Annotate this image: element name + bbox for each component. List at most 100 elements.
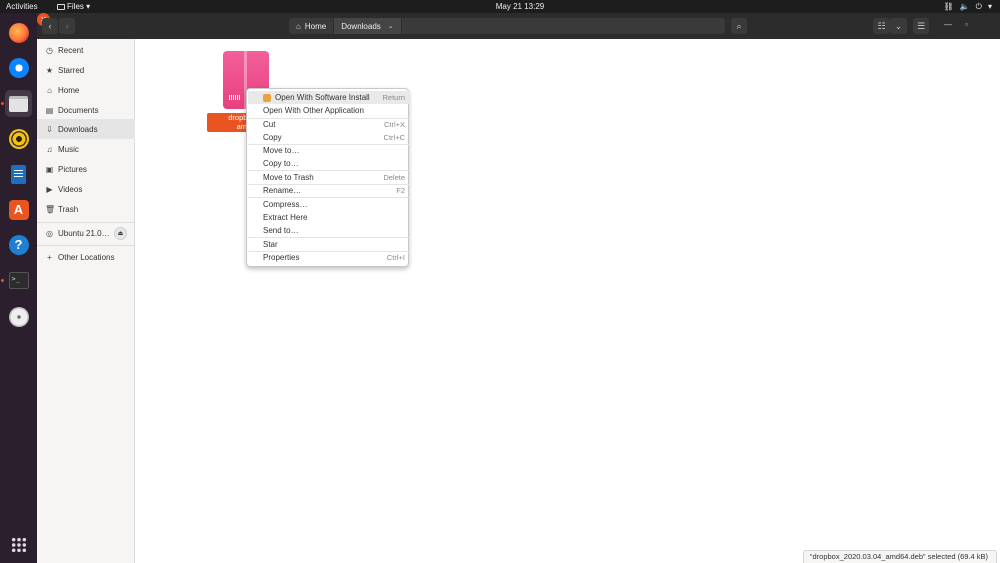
menu-item-label: Properties (263, 253, 300, 262)
help-icon: ? (8, 234, 29, 255)
menu-item-label: Rename… (263, 186, 302, 195)
dock-writer[interactable] (5, 161, 32, 188)
search-button[interactable]: ⌕ (731, 18, 747, 34)
power-icon: ⏻ (975, 2, 982, 11)
status-bar: “dropbox_2020.03.04_amd64.deb” selected … (803, 550, 997, 563)
sidebar-item-label: Downloads (58, 124, 98, 134)
rhythmbox-icon (8, 128, 29, 149)
sidebar-item-music[interactable]: ♫ Music (37, 139, 135, 159)
software-icon: A (8, 199, 29, 220)
main-menu-button[interactable]: ☰ (913, 18, 929, 34)
firefox-icon (8, 22, 29, 43)
system-tray[interactable]: ⛓ 🔈 ⏻ ▾ (944, 0, 992, 13)
maximize-button[interactable]: ▫ (965, 20, 968, 29)
dock-disc[interactable] (5, 303, 32, 330)
grid-icon (10, 536, 27, 553)
menu-item-label: Send to… (263, 226, 299, 235)
forward-button[interactable]: › (59, 18, 75, 34)
breadcrumb-label: Downloads (341, 21, 381, 31)
menu-item-compress[interactable]: Compress… (248, 198, 409, 211)
network-icon: ⛓ (943, 2, 954, 11)
view-toggle-button[interactable]: ☷ (873, 18, 890, 34)
disc-icon: ◎ (46, 228, 53, 238)
sidebar-item-label: Recent (58, 45, 84, 55)
menu-item-label: Copy (263, 133, 282, 142)
chevron-down-icon: ▾ (987, 2, 992, 11)
breadcrumb-home[interactable]: ⌂ Home (289, 18, 335, 34)
app-menu[interactable]: Files ▾ (57, 0, 90, 13)
activities-button[interactable]: Activities (6, 0, 38, 13)
menu-item-cut[interactable]: Cut Ctrl+X (248, 118, 409, 131)
menu-accelerator: Delete (383, 173, 405, 182)
volume-icon: 🔈 (959, 2, 970, 11)
sidebar-item-downloads[interactable]: ⇩ Downloads (37, 119, 135, 139)
sidebar-item-pictures[interactable]: ▣ Pictures (37, 159, 135, 179)
menu-item-move-to-trash[interactable]: Move to Trash Delete (248, 171, 409, 184)
clock[interactable]: May 21 13:29 (480, 0, 560, 13)
menu-item-label: Cut (263, 120, 276, 129)
files-icon (9, 95, 28, 112)
menu-item-label: Star (263, 240, 278, 249)
sidebar-item-starred[interactable]: ★ Starred (37, 60, 135, 80)
menu-item-label: Open With Other Application (263, 106, 364, 115)
menu-item-rename[interactable]: Rename… F2 (248, 184, 409, 197)
home-icon: ⌂ (296, 21, 301, 31)
sidebar-item-label: Starred (58, 65, 85, 75)
sidebar-item-documents[interactable]: ▤ Documents (37, 100, 135, 120)
sidebar-item-trash[interactable]: 🗑 Trash (37, 199, 135, 219)
back-button[interactable]: ‹ (42, 18, 58, 34)
dock-rhythmbox[interactable] (5, 125, 32, 152)
dock-firefox[interactable] (5, 19, 32, 46)
music-icon: ♫ (46, 144, 53, 154)
video-icon: ▶ (46, 184, 53, 194)
sidebar-item-label: Documents (58, 105, 99, 115)
dock-thunderbird[interactable] (5, 54, 32, 81)
menu-item-label: Move to Trash (263, 173, 314, 182)
clock-icon: ◷ (46, 45, 53, 55)
app-menu-label: Files ▾ (67, 2, 91, 11)
sidebar-item-device[interactable]: ◎ Ubuntu 21.0… ⏏ (37, 223, 135, 243)
path-bar: ⌂ Home Downloads ⌄ (289, 18, 725, 34)
menu-item-move-to[interactable]: Move to… (248, 144, 409, 157)
star-icon: ★ (45, 65, 54, 75)
breadcrumb-downloads[interactable]: Downloads ⌄ (334, 18, 402, 34)
menu-accelerator: Return (382, 93, 405, 102)
menu-item-send-to[interactable]: Send to… (248, 224, 409, 237)
software-install-icon (263, 93, 271, 102)
dock-software[interactable]: A (5, 196, 32, 223)
menu-item-copy-to[interactable]: Copy to… (248, 157, 409, 170)
sidebar-item-other-locations[interactable]: + Other Locations (37, 247, 135, 267)
download-icon: ⇩ (46, 124, 53, 134)
sidebar-item-recent[interactable]: ◷ Recent (37, 40, 135, 60)
disc-icon (8, 306, 29, 327)
eject-icon[interactable]: ⏏ (114, 226, 127, 240)
menu-item-label: Compress… (263, 200, 308, 209)
sidebar-item-label: Videos (58, 184, 83, 194)
sidebar-divider (37, 245, 135, 246)
show-apps-button[interactable] (5, 531, 32, 558)
menu-item-extract-here[interactable]: Extract Here (248, 211, 409, 224)
menu-item-open-with-other[interactable]: Open With Other Application (248, 104, 409, 117)
dock-help[interactable]: ? (5, 231, 32, 258)
menu-item-star[interactable]: Star (248, 238, 409, 251)
dock-terminal[interactable]: >_ (5, 267, 32, 294)
breadcrumb-label: Home (304, 21, 327, 31)
trash-icon: 🗑 (45, 204, 56, 214)
sidebar-item-home[interactable]: ⌂ Home (37, 80, 135, 100)
sidebar-item-label: Home (58, 85, 80, 95)
header-bar: ‹ › ⌂Home Downloads⌄ ⌕ ☷ ⌄ ☰ — ▫ ✕ (37, 13, 1000, 39)
menu-item-label: Extract Here (263, 213, 308, 222)
search-icon: ⌕ (736, 20, 742, 31)
view-options-button[interactable]: ⌄ (890, 18, 907, 34)
top-bar: Activities Files ▾ May 21 13:29 ⛓ 🔈 ⏻ ▾ (0, 0, 1000, 13)
minimize-button[interactable]: — (944, 20, 952, 29)
sidebar-item-videos[interactable]: ▶ Videos (37, 179, 135, 199)
dock-files[interactable] (5, 90, 32, 117)
running-indicator (1, 279, 4, 282)
sidebar-item-label: Ubuntu 21.0… (58, 228, 110, 238)
dock: A ? >_ (0, 13, 37, 563)
menu-item-copy[interactable]: Copy Ctrl+C (248, 131, 409, 144)
menu-item-properties[interactable]: Properties Ctrl+I (248, 251, 409, 264)
plus-icon: + (47, 252, 52, 262)
menu-item-open-with-software-install[interactable]: Open With Software Install Return (248, 91, 409, 104)
